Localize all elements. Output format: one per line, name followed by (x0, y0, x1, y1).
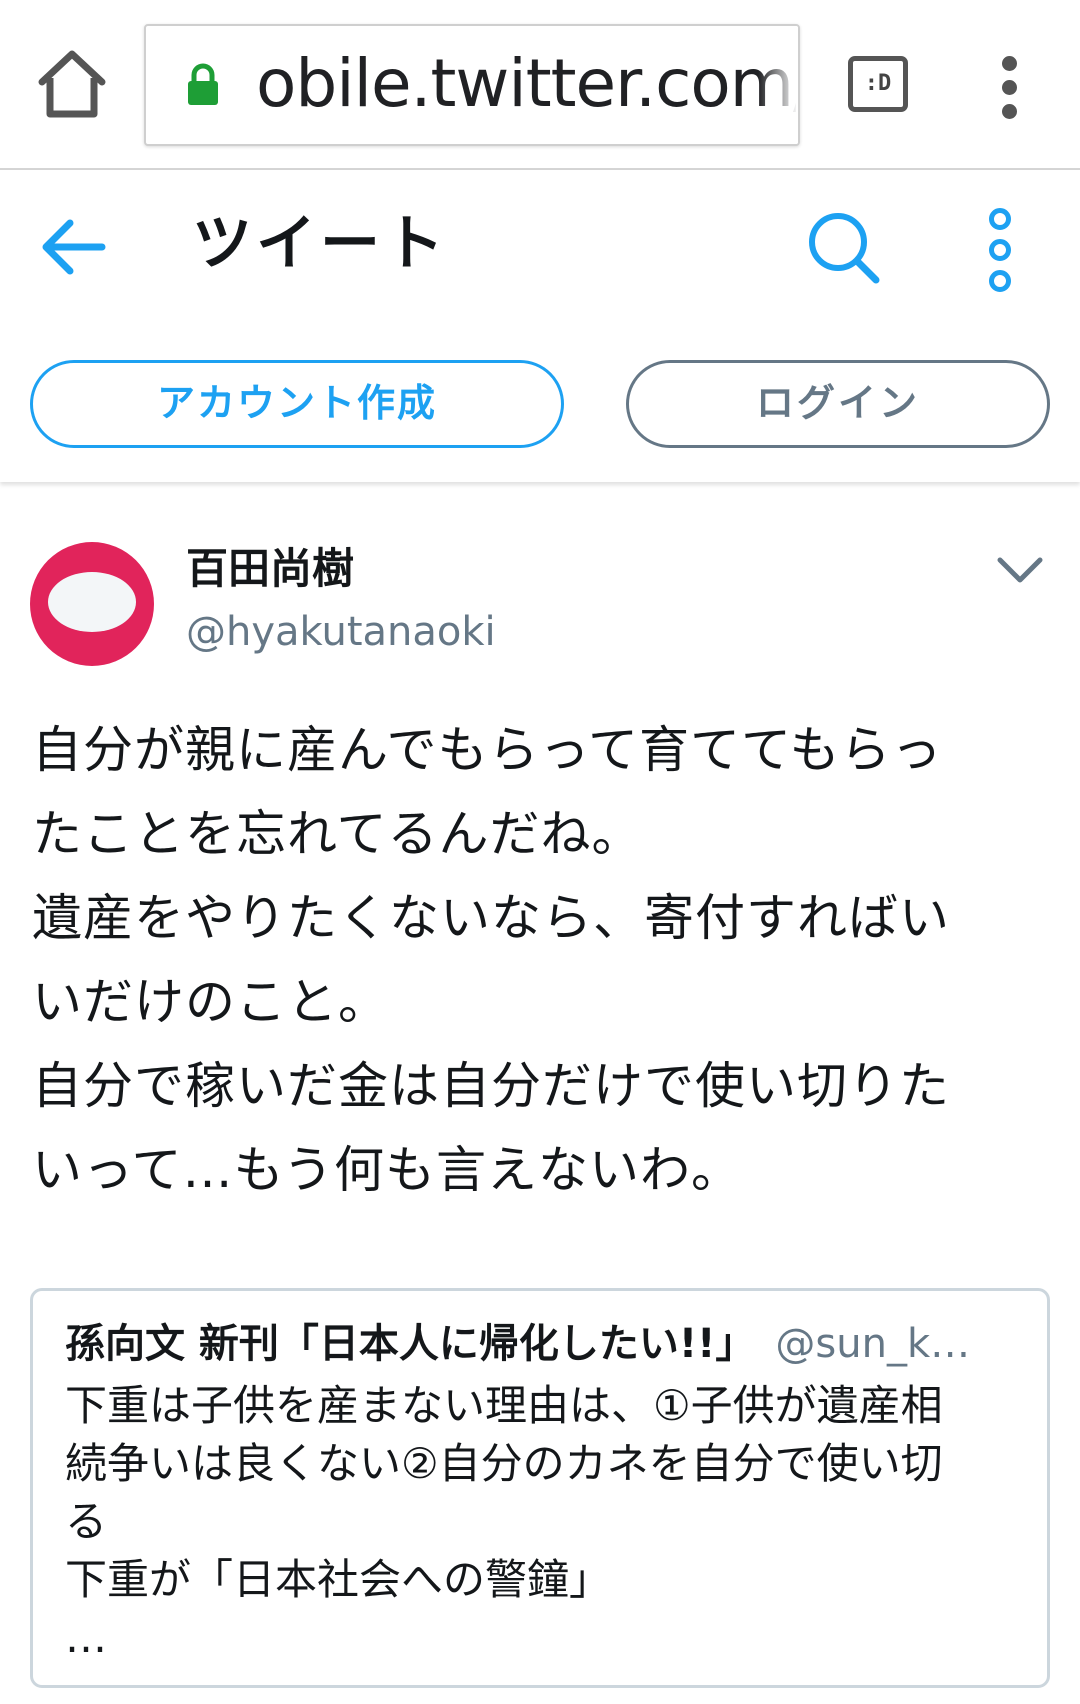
quoted-tweet-text: 下重は子供を産まない理由は、①子供が遺産相 続争いは良くない②自分のカネを自分で… (65, 1381, 943, 1662)
login-button[interactable]: ログイン (626, 360, 1050, 448)
author-handle[interactable]: @hyakutanaoki (186, 604, 496, 660)
more-options-icon[interactable] (980, 208, 1024, 292)
chevron-down-icon[interactable] (996, 552, 1044, 588)
url-text: obile.twitter.com/h (256, 45, 796, 122)
page-title: ツイート (192, 209, 448, 279)
home-icon[interactable] (34, 44, 110, 124)
lock-icon (186, 62, 220, 106)
avatar-shape (48, 572, 136, 632)
address-bar[interactable]: obile.twitter.com/h (144, 24, 800, 146)
create-account-button[interactable]: アカウント作成 (30, 360, 564, 448)
url-fade (758, 26, 798, 144)
author-name[interactable]: 百田尚樹 (186, 540, 354, 598)
browser-toolbar: obile.twitter.com/h :D (0, 0, 1080, 170)
quoted-author-handle: @sun_k… (775, 1321, 971, 1367)
quoted-author-name: 孫向文 新刊「日本人に帰化したい!!」 (65, 1321, 756, 1367)
quoted-tweet-header: 孫向文 新刊「日本人に帰化したい!!」 @sun_k… (65, 1315, 1025, 1381)
tweet-text: 自分が親に産んでもらって育ててもらっ たことを忘れてるんだね。 遺産をやりたくな… (32, 721, 950, 1199)
search-icon[interactable] (806, 210, 882, 286)
browser-menu-icon[interactable] (990, 52, 1030, 122)
quoted-tweet[interactable]: 孫向文 新刊「日本人に帰化したい!!」 @sun_k… 下重は子供を産まない理由は… (30, 1288, 1050, 1688)
tab-switcher-button[interactable]: :D (848, 56, 908, 112)
arrow-left-icon[interactable] (40, 212, 110, 282)
avatar[interactable] (30, 542, 154, 666)
twitter-header: ツイート アカウント作成 ログイン (0, 170, 1080, 482)
